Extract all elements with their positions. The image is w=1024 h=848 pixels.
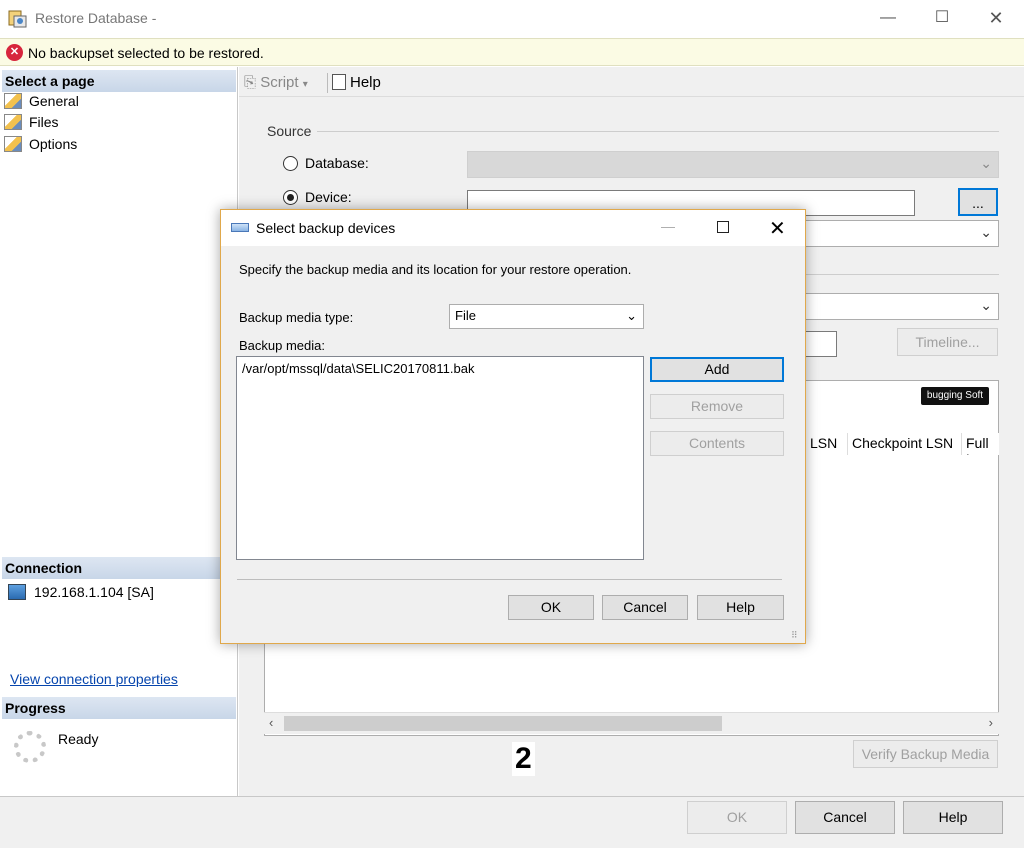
- column-header-lsn[interactable]: LSN: [805, 433, 847, 455]
- connection-header: Connection: [2, 557, 236, 579]
- chevron-down-icon[interactable]: ▾: [303, 79, 308, 90]
- page-icon: [4, 93, 22, 109]
- dialog-help-button[interactable]: Help: [697, 595, 784, 620]
- script-label: Script: [260, 74, 299, 91]
- footer-bar: OK Cancel Help: [0, 796, 1024, 848]
- dialog-maximize-icon[interactable]: [717, 221, 729, 233]
- contents-button[interactable]: Contents: [650, 431, 784, 456]
- dialog-ok-button[interactable]: OK: [508, 595, 594, 620]
- remove-button[interactable]: Remove: [650, 394, 784, 419]
- chevron-down-icon: ⌄: [980, 297, 992, 313]
- dialog-cancel-button[interactable]: Cancel: [602, 595, 688, 620]
- chevron-down-icon: ⌄: [980, 224, 992, 240]
- progress-spinner-icon: [14, 731, 46, 763]
- dialog-minimize-icon: —: [661, 218, 675, 234]
- progress-header: Progress: [2, 697, 236, 719]
- page-files-label: Files: [29, 114, 59, 130]
- backup-media-list[interactable]: /var/opt/mssql/data\SELIC20170811.bak: [236, 356, 644, 560]
- progress-status: Ready: [58, 731, 99, 747]
- help-footer-button[interactable]: Help: [903, 801, 1003, 834]
- backup-media-label: Backup media:: [239, 338, 325, 353]
- timeline-button[interactable]: Timeline...: [897, 328, 998, 356]
- help-icon: [332, 74, 346, 90]
- window-title: Restore Database -: [35, 10, 157, 26]
- toolbar-separator: [327, 73, 328, 93]
- select-page-header: Select a page: [2, 70, 236, 92]
- minimize-icon[interactable]: —: [868, 6, 908, 32]
- page-options-label: Options: [29, 136, 78, 152]
- server-icon: [8, 584, 26, 600]
- database-combo[interactable]: ⌄: [467, 151, 999, 178]
- database-restore-icon: [8, 7, 28, 29]
- dialog-description: Specify the backup media and its locatio…: [239, 262, 632, 277]
- script-icon: ⎘: [244, 74, 257, 91]
- column-header-full-lsn[interactable]: Full L: [961, 433, 999, 455]
- scroll-right-icon[interactable]: ›: [989, 715, 993, 730]
- page-files[interactable]: Files: [4, 114, 59, 134]
- cancel-button[interactable]: Cancel: [795, 801, 895, 834]
- chevron-down-icon: ⌄: [626, 308, 637, 323]
- media-type-label: Backup media type:: [239, 310, 354, 325]
- chevron-down-icon: ⌄: [980, 155, 992, 171]
- script-button[interactable]: ⎘ Script ▾: [244, 74, 308, 91]
- resize-grip-icon[interactable]: ⠿: [791, 630, 801, 640]
- close-icon[interactable]: ✕: [976, 6, 1016, 32]
- restore-to-combo[interactable]: ⌄: [805, 293, 999, 320]
- watermark-logo: bugging Soft: [921, 387, 989, 405]
- destination-divider: [805, 274, 999, 275]
- page-icon: [4, 114, 22, 130]
- page-icon: [4, 136, 22, 152]
- column-header-checkpoint-lsn[interactable]: Checkpoint LSN: [847, 433, 961, 455]
- help-label: Help: [350, 74, 381, 91]
- page-options[interactable]: Options: [4, 136, 77, 156]
- database-destination-combo[interactable]: ⌄: [805, 220, 999, 247]
- dialog-title: Select backup devices: [256, 220, 396, 236]
- database-radio[interactable]: [283, 156, 298, 171]
- error-message: No backupset selected to be restored.: [28, 45, 264, 61]
- error-message-bar: ✕ No backupset selected to be restored.: [0, 38, 1024, 66]
- ok-button[interactable]: OK: [687, 801, 787, 834]
- select-backup-devices-dialog: Select backup devices — ✕ Specify the ba…: [220, 209, 806, 644]
- device-radio-label: Device:: [305, 189, 352, 205]
- backup-media-item[interactable]: /var/opt/mssql/data\SELIC20170811.bak: [242, 361, 474, 376]
- maximize-icon[interactable]: ☐: [922, 6, 962, 32]
- connection-value: 192.168.1.104 [SA]: [34, 584, 154, 600]
- dialog-titlebar: Select backup devices — ✕: [221, 210, 805, 246]
- left-pane: Select a page General Files Options Conn…: [0, 67, 238, 796]
- toolbar: ⎘ Script ▾ Help: [239, 67, 1024, 97]
- source-divider: [317, 131, 999, 132]
- device-radio[interactable]: [283, 190, 298, 205]
- error-icon: ✕: [6, 44, 23, 61]
- scroll-left-icon[interactable]: ‹: [269, 715, 273, 730]
- media-type-value: File: [455, 308, 476, 323]
- view-connection-properties-link[interactable]: View connection properties: [10, 671, 178, 687]
- window-titlebar: Restore Database - — ☐ ✕: [0, 0, 1024, 37]
- browse-device-button[interactable]: ...: [958, 188, 998, 216]
- page-general[interactable]: General: [4, 93, 79, 113]
- restore-to-input[interactable]: [805, 331, 837, 357]
- add-button[interactable]: Add: [650, 357, 784, 382]
- step-number-label: 2: [512, 742, 535, 776]
- verify-backup-media-button[interactable]: Verify Backup Media: [853, 740, 998, 768]
- source-group-label: Source: [267, 123, 312, 139]
- backup-device-icon: [231, 223, 249, 232]
- dialog-divider: [237, 579, 782, 580]
- database-radio-label: Database:: [305, 155, 369, 171]
- media-type-select[interactable]: File ⌄: [449, 304, 644, 329]
- page-general-label: General: [29, 93, 79, 109]
- help-button[interactable]: Help: [332, 74, 381, 91]
- dialog-close-icon[interactable]: ✕: [769, 216, 786, 241]
- horizontal-scrollbar[interactable]: ‹ ›: [264, 712, 999, 734]
- scrollbar-thumb[interactable]: [284, 716, 722, 731]
